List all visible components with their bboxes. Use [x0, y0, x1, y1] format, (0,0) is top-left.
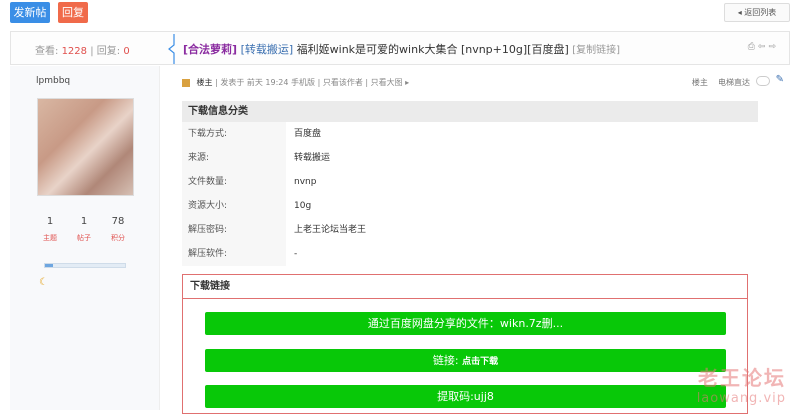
- info-row-password: 解压密码: 上老王论坛当老王: [182, 218, 758, 242]
- info-row-source: 来源: 转载搬运: [182, 146, 758, 170]
- info-value: 转载搬运: [294, 153, 331, 163]
- info-value: 10g: [294, 201, 312, 211]
- link-label: 链接:: [432, 354, 459, 367]
- stat-topics-label: 主题: [43, 234, 57, 242]
- info-heading: 下载信息分类: [182, 101, 758, 122]
- meta-divider: |: [365, 78, 369, 87]
- info-value: -: [294, 249, 298, 259]
- info-key: 下载方式:: [188, 129, 228, 139]
- floor-label: 楼主: [691, 78, 708, 87]
- extract-code-button[interactable]: 提取码:ujj8: [205, 385, 726, 408]
- info-row-method: 下载方式: 百度盘: [182, 122, 758, 146]
- replies-count: 0: [123, 46, 130, 57]
- thread-category-link[interactable]: [合法萝莉]: [183, 43, 237, 56]
- thread-tools: ⎙⇦⇨: [748, 42, 779, 52]
- views-label: 查看:: [35, 46, 59, 57]
- stat-topics-value: 1: [46, 216, 54, 227]
- watermark-title: 老王论坛: [698, 366, 786, 390]
- info-key: 来源:: [188, 153, 210, 163]
- wrench-icon[interactable]: ✎: [776, 74, 784, 85]
- info-value: 百度盘: [294, 129, 322, 139]
- posted-time: 发表于 前天 19:24 手机版: [220, 78, 316, 87]
- print-icon[interactable]: ⎙: [748, 42, 758, 52]
- post-floor-tools: 楼主 电梯直达: [692, 77, 750, 88]
- watermark: 老王论坛 laowang.vip: [697, 362, 786, 406]
- author-badge: 楼主: [196, 78, 213, 87]
- back-to-list-button[interactable]: ◂ 返回列表: [724, 3, 790, 22]
- views-count: 1228: [61, 46, 88, 57]
- back-to-list-label: 返回列表: [744, 8, 777, 17]
- stat-posts[interactable]: 1 帖子: [69, 216, 99, 243]
- elevator-input[interactable]: [756, 76, 770, 86]
- stat-posts-label: 帖子: [77, 234, 91, 242]
- author-sidebar: lpmbbq 1 主题 1 帖子 78 积分 ☾: [10, 66, 160, 410]
- chevron-left-icon: ◂: [737, 8, 742, 17]
- info-value: 上老王论坛当老王: [294, 225, 367, 235]
- info-value: nvnp: [294, 177, 317, 187]
- thread-title: [合法萝莉] [转载搬运] 福利姬wink是可爱的wink大集合 [nvnp+1…: [183, 41, 620, 57]
- stat-points[interactable]: 78 积分: [103, 216, 133, 243]
- caret-right-icon: ▸: [405, 78, 410, 87]
- info-key: 文件数量:: [188, 177, 228, 187]
- download-info-table: 下载信息分类 下载方式: 百度盘 来源: 转载搬运 文件数量: nvnp 资源大…: [182, 101, 758, 266]
- download-heading: 下载链接: [183, 275, 747, 299]
- level-progress-bar: [44, 263, 126, 268]
- only-author-link[interactable]: 只看该作者: [323, 78, 363, 87]
- thread-title-text: 福利姬wink是可爱的wink大集合 [nvnp+10g][百度盘]: [296, 43, 569, 56]
- info-key: 解压密码:: [188, 225, 228, 235]
- meta-divider: |: [317, 78, 321, 87]
- elevator-label: 电梯直达: [718, 78, 750, 87]
- avatar[interactable]: [37, 98, 134, 196]
- level-progress-fill: [45, 264, 53, 267]
- author-stats: 1 主题 1 帖子 78 积分: [35, 216, 135, 250]
- header-divider-icon: [168, 34, 175, 64]
- meta-divider: |: [215, 78, 218, 87]
- thread-stats: 查看: 1228 | 回复: 0: [35, 42, 130, 57]
- author-badge-icon: [182, 78, 190, 87]
- replies-label: 回复:: [96, 46, 121, 57]
- stat-topics[interactable]: 1 主题: [35, 216, 65, 243]
- moon-icon: ☾: [39, 277, 48, 288]
- download-link-button[interactable]: 链接: 点击下载: [205, 349, 726, 372]
- post-content: 楼主 | 发表于 前天 19:24 手机版 | 只看该作者 | 只看大图 ▸ 楼…: [172, 66, 790, 414]
- stats-divider: |: [90, 46, 94, 57]
- thread-header: 查看: 1228 | 回复: 0 [合法萝莉] [转载搬运] 福利姬wink是可…: [10, 31, 790, 65]
- share-file-button[interactable]: 通过百度网盘分享的文件：wikn.7z删...: [205, 312, 726, 335]
- info-row-size: 资源大小: 10g: [182, 194, 758, 218]
- info-key: 资源大小:: [188, 201, 228, 211]
- download-links-box: 下载链接 通过百度网盘分享的文件：wikn.7z删... 链接: 点击下载 提取…: [182, 274, 748, 414]
- watermark-domain: laowang.vip: [696, 391, 786, 406]
- stat-points-label: 积分: [111, 234, 125, 242]
- info-row-software: 解压软件: -: [182, 242, 758, 266]
- new-post-button[interactable]: 发新帖: [10, 2, 50, 23]
- stat-posts-value: 1: [80, 216, 88, 227]
- link-action: 点击下载: [462, 357, 499, 367]
- prev-thread-icon[interactable]: ⇦: [758, 42, 769, 52]
- next-thread-icon[interactable]: ⇨: [768, 42, 779, 52]
- stat-points-value: 78: [111, 216, 125, 227]
- info-row-count: 文件数量: nvnp: [182, 170, 758, 194]
- only-image-link[interactable]: 只看大图: [371, 78, 403, 87]
- top-toolbar: 发新帖 回复 ◂ 返回列表: [0, 0, 800, 30]
- copy-link-button[interactable]: [复制链接]: [572, 45, 620, 56]
- post-meta: 楼主 | 发表于 前天 19:24 手机版 | 只看该作者 | 只看大图 ▸: [182, 77, 409, 88]
- thread-prefix: [转载搬运]: [240, 43, 294, 56]
- info-key: 解压软件:: [188, 249, 228, 259]
- reply-button[interactable]: 回复: [58, 2, 88, 23]
- author-username[interactable]: lpmbbq: [36, 76, 70, 86]
